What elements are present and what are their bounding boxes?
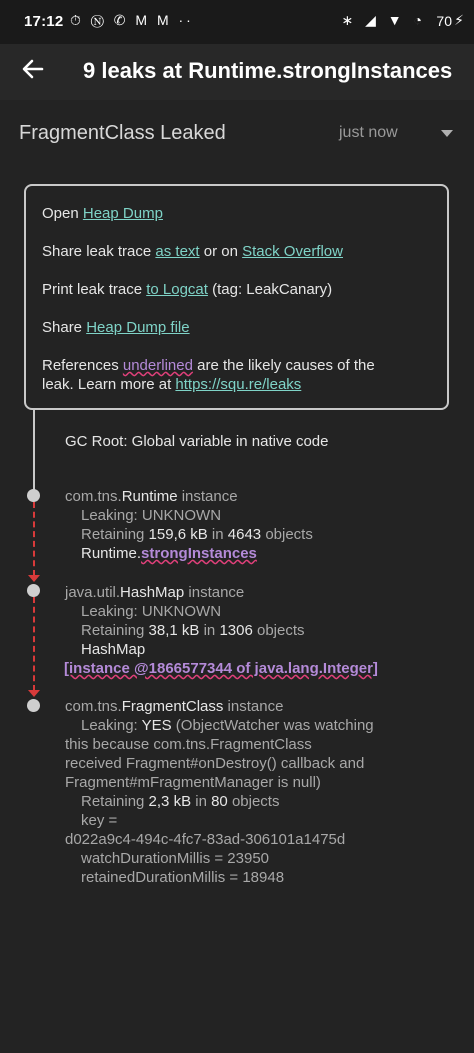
learn-more-label: leak. Learn more at	[42, 376, 176, 393]
node-leaking: Leaking: UNKNOWN	[81, 507, 222, 524]
node-reference: Runtime.strongInstances	[81, 545, 257, 562]
share-file-label: Share	[42, 319, 87, 336]
references-suffix: are the likely causes of the	[192, 357, 375, 374]
time-spinner[interactable]: just now	[339, 124, 398, 142]
timeline-root-line	[33, 410, 35, 495]
share-trace-row: Share leak trace as text or on Stack Ove…	[42, 243, 343, 260]
info-card: Open Heap Dump Share leak trace as text …	[24, 184, 449, 410]
node-dot	[27, 699, 40, 712]
node-reference-owner: HashMap	[81, 641, 146, 658]
leak-title: FragmentClass Leaked	[19, 122, 226, 144]
node-dot	[27, 584, 40, 597]
heap-dump-link[interactable]: Heap Dump	[83, 205, 163, 222]
node-leaking: Leaking: YES (ObjectWatcher was watching	[81, 717, 374, 734]
gc-root: GC Root: Global variable in native code	[65, 433, 329, 450]
node-retaining: Retaining 38,1 kB in 1306 objects	[81, 622, 305, 639]
watch-duration: watchDurationMillis = 23950	[81, 850, 270, 867]
arrow-down-icon	[28, 690, 40, 697]
node-suffix: instance	[184, 584, 245, 601]
node-retaining: Retaining 2,3 kB in 80 objects	[81, 793, 280, 810]
charging-icon: ⚡	[454, 12, 464, 28]
open-heap-dump-row: Open Heap Dump	[42, 205, 163, 222]
print-label: Print leak trace	[42, 281, 147, 298]
node-class: Runtime	[121, 488, 178, 505]
node-suffix: instance	[177, 488, 238, 505]
node-class-line: com.tns.FragmentClass instance	[65, 697, 374, 716]
leak-reference-line	[33, 502, 35, 576]
retained-duration: retainedDurationMillis = 18948	[81, 869, 285, 886]
node-leaking: Leaking: UNKNOWN	[81, 603, 222, 620]
underlined-example: underlined	[122, 357, 193, 374]
references-label: References	[42, 357, 123, 374]
as-text-link[interactable]: as text	[155, 243, 199, 260]
share-file-row: Share Heap Dump file	[42, 319, 190, 336]
node-package: java.util.	[65, 584, 121, 601]
open-label: Open	[42, 205, 83, 222]
heap-dump-file-link[interactable]: Heap Dump file	[86, 319, 189, 336]
app-bar: 9 leaks at Runtime.strongInstances	[0, 44, 474, 100]
node-package: com.tns.	[65, 698, 122, 715]
arrow-down-icon	[28, 575, 40, 582]
stack-overflow-link[interactable]: Stack Overflow	[242, 243, 343, 260]
node-class: FragmentClass	[121, 698, 224, 715]
learn-more-row: leak. Learn more at https://squ.re/leaks	[42, 376, 301, 393]
node-retaining: Retaining 159,6 kB in 4643 objects	[81, 526, 313, 543]
node-class: HashMap	[120, 584, 185, 601]
share-mid-label: or on	[199, 243, 243, 260]
system-icons: ∗ ◢ ▼ ◔	[341, 12, 426, 28]
status-time: 17:12	[24, 13, 64, 30]
key-value: d022a9c4-494c-4fc7-83ad-306101a1475d	[65, 831, 346, 848]
back-arrow-icon[interactable]	[20, 54, 46, 84]
trace-node-hashmap: java.util.HashMap instance Leaking: UNKN…	[64, 583, 378, 678]
share-label: Share leak trace	[42, 243, 156, 260]
page-title: 9 leaks at Runtime.strongInstances	[83, 58, 453, 83]
logcat-link[interactable]: to Logcat	[146, 281, 208, 298]
chevron-down-icon[interactable]	[441, 130, 453, 137]
leak-reference-line	[33, 597, 35, 691]
node-dot	[27, 489, 40, 502]
status-bar: 17:12 ⏱ Ⓝ ✆ M M ·· ∗ ◢ ▼ ◔ 70 ⚡	[0, 0, 474, 44]
node-package: com.tns.	[65, 488, 122, 505]
leak-field: strongInstances	[141, 545, 257, 562]
node-class-line: com.tns.Runtime instance	[65, 487, 313, 506]
trace-node-fragment: com.tns.FragmentClass instance Leaking: …	[65, 697, 374, 887]
references-row: References underlined are the likely cau…	[42, 357, 375, 374]
squ-re-leaks-link[interactable]: https://squ.re/leaks	[175, 376, 301, 393]
leak-reason-line: Fragment#mFragmentManager is null)	[65, 774, 321, 791]
leak-reason-line: this because com.tns.FragmentClass	[65, 736, 312, 753]
node-class-line: java.util.HashMap instance	[65, 583, 378, 602]
leak-field: [instance @1866577344 of java.lang.Integ…	[64, 660, 378, 677]
leak-reason-line: received Fragment#onDestroy() callback a…	[65, 755, 365, 772]
leak-header: FragmentClass Leaked just now	[0, 110, 474, 158]
print-tag-label: (tag: LeakCanary)	[207, 281, 333, 298]
key-label: key =	[81, 812, 118, 829]
node-suffix: instance	[223, 698, 284, 715]
battery-level: 70	[436, 13, 452, 29]
notification-icons: ⏱ Ⓝ ✆ M M ··	[70, 12, 194, 28]
trace-node-runtime: com.tns.Runtime instance Leaking: UNKNOW…	[65, 487, 313, 563]
print-trace-row: Print leak trace to Logcat (tag: LeakCan…	[42, 281, 332, 298]
